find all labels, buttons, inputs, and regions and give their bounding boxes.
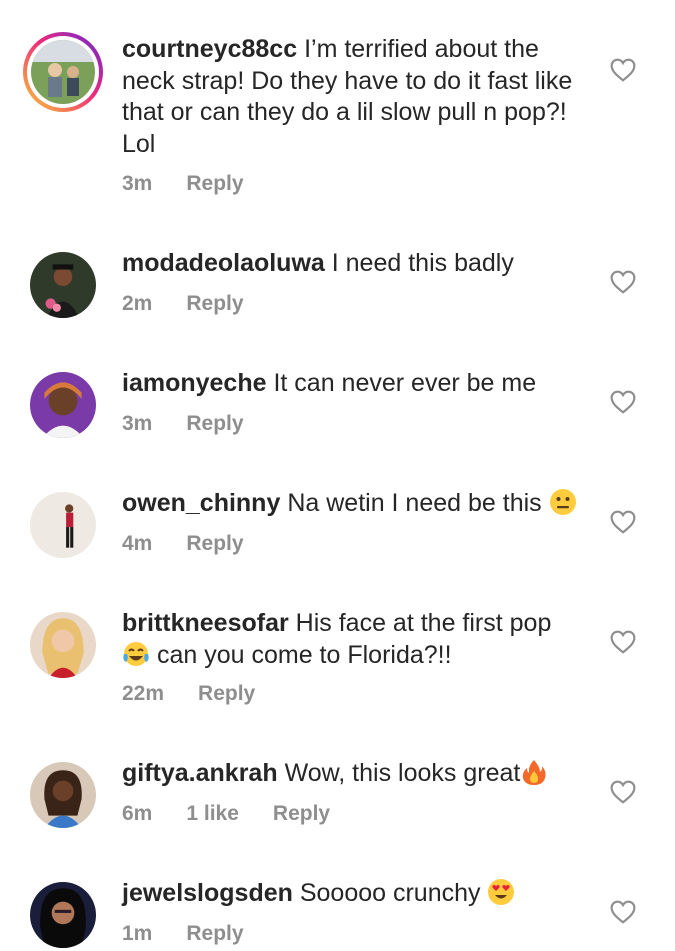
comment-time: 3m — [122, 412, 153, 435]
heart-icon[interactable] — [610, 58, 636, 82]
comment-meta: 2m Reply — [122, 292, 278, 316]
reply-button[interactable]: Reply — [186, 292, 243, 315]
comment-body: His face at the first pop — [295, 609, 552, 637]
tears-of-joy-emoji — [122, 640, 150, 668]
reply-button[interactable]: Reply — [198, 682, 255, 705]
heart-icon[interactable] — [610, 780, 636, 804]
comment-text: owen_chinny Na wetin I need be this — [122, 488, 582, 520]
avatar[interactable] — [30, 252, 96, 318]
comment-username[interactable]: courtneyc88cc — [122, 35, 297, 63]
comment-meta: 22m Reply — [122, 682, 289, 706]
comment-body: It can never ever be me — [273, 369, 537, 397]
comment-text: jewelslogsden Sooooo crunchy — [122, 878, 582, 910]
comment-username[interactable]: owen_chinny — [122, 489, 280, 517]
comment-username[interactable]: iamonyeche — [122, 369, 267, 397]
comment-text: courtneyc88cc I’m terrified about the ne… — [122, 34, 582, 160]
fire-emoji — [520, 758, 548, 786]
comment-time: 4m — [122, 532, 153, 555]
comment-text: modadeolaoluwa I need this badly — [122, 248, 582, 280]
comment-text: brittkneesofar His face at the first pop… — [122, 608, 582, 671]
avatar[interactable] — [30, 612, 96, 678]
like-count[interactable]: 1 like — [186, 802, 239, 825]
comment-username[interactable]: giftya.ankrah — [122, 759, 278, 787]
heart-eyes-emoji — [487, 878, 515, 906]
comment-body: I need this badly — [331, 249, 514, 277]
comment-body: Wow, this looks great — [284, 759, 521, 787]
comment-meta: 3m Reply — [122, 172, 278, 196]
comment-text: giftya.ankrah Wow, this looks great — [122, 758, 582, 790]
reply-button[interactable]: Reply — [186, 172, 243, 195]
comment-time: 2m — [122, 292, 153, 315]
comment-time: 3m — [122, 172, 153, 195]
comment-username[interactable]: brittkneesofar — [122, 609, 289, 637]
avatar[interactable] — [30, 762, 96, 828]
reply-button[interactable]: Reply — [273, 802, 330, 825]
heart-icon[interactable] — [610, 900, 636, 924]
comment-time: 22m — [122, 682, 165, 705]
heart-icon[interactable] — [610, 510, 636, 534]
comment-text: iamonyeche It can never ever be me — [122, 368, 582, 400]
comment-body: Sooooo crunchy — [299, 879, 481, 907]
comment-meta: 6m 1 like Reply — [122, 802, 364, 826]
reply-button[interactable]: Reply — [186, 922, 243, 945]
avatar[interactable] — [30, 372, 96, 438]
comment-body-continued: can you come to Florida?!! — [156, 640, 452, 669]
reply-button[interactable]: Reply — [186, 412, 243, 435]
comment-meta: 4m Reply — [122, 532, 278, 556]
comment-time: 6m — [122, 802, 153, 825]
avatar[interactable] — [30, 882, 96, 948]
heart-icon[interactable] — [610, 390, 636, 414]
heart-icon[interactable] — [610, 630, 636, 654]
avatar[interactable] — [23, 32, 103, 112]
neutral-face-emoji — [549, 488, 577, 516]
heart-icon[interactable] — [610, 270, 636, 294]
reply-button[interactable]: Reply — [186, 532, 243, 555]
comment-body: Na wetin I need be this — [287, 489, 542, 517]
comment-username[interactable]: jewelslogsden — [122, 879, 293, 907]
comment-username[interactable]: modadeolaoluwa — [122, 249, 325, 277]
avatar[interactable] — [30, 492, 96, 558]
comment-time: 1m — [122, 922, 153, 945]
comment-meta: 1m Reply — [122, 922, 278, 946]
comment-meta: 3m Reply — [122, 412, 278, 436]
